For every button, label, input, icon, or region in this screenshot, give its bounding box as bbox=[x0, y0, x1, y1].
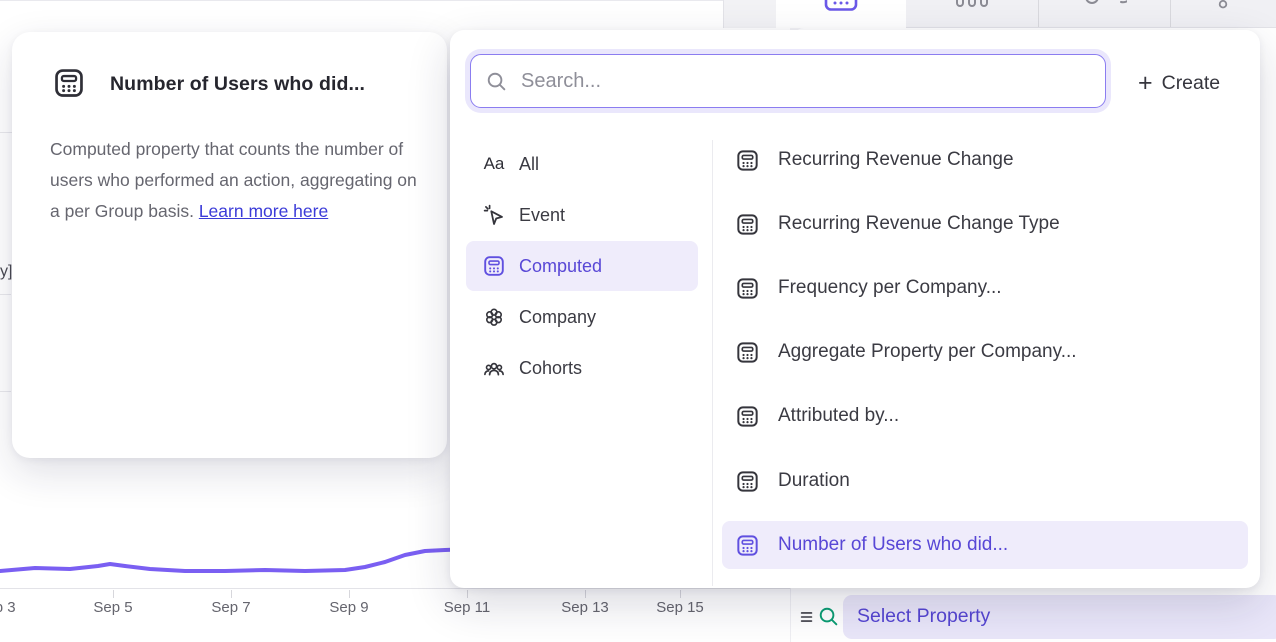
search-box bbox=[470, 54, 1106, 108]
category-label: Event bbox=[519, 205, 565, 226]
x-axis-label: Sep 15 bbox=[656, 599, 704, 616]
category-item-event[interactable]: Event bbox=[466, 190, 698, 240]
x-axis-label: Sep 13 bbox=[561, 599, 609, 616]
pin-icon bbox=[1216, 0, 1230, 9]
property-label: Recurring Revenue Change bbox=[778, 149, 1014, 171]
property-item-selected[interactable]: Number of Users who did... bbox=[722, 521, 1248, 569]
bars-icon bbox=[954, 0, 990, 8]
property-label: Aggregate Property per Company... bbox=[778, 341, 1077, 363]
calculator-icon bbox=[735, 340, 760, 365]
calculator-icon bbox=[735, 404, 760, 429]
category-item-cohorts[interactable]: Cohorts bbox=[466, 343, 698, 393]
property-select-dropdown: + Create Aa All Event Computed Company C… bbox=[450, 30, 1260, 588]
axis-tick bbox=[585, 590, 586, 598]
tab-4[interactable] bbox=[1170, 0, 1276, 28]
x-axis-line bbox=[0, 588, 790, 589]
search-input[interactable] bbox=[519, 55, 1089, 107]
axis-tick bbox=[680, 590, 681, 598]
tooltip-title: Number of Users who did... bbox=[110, 73, 365, 96]
property-label: Frequency per Company... bbox=[778, 277, 1002, 299]
category-label: Cohorts bbox=[519, 358, 582, 379]
select-property-label: Select Property bbox=[857, 605, 990, 628]
x-axis-label: Sep 9 bbox=[329, 599, 368, 616]
panel-gap bbox=[723, 0, 776, 28]
calculator-icon bbox=[735, 276, 760, 301]
x-axis-label: Sep 3 bbox=[0, 599, 16, 616]
property-item[interactable]: Recurring Revenue Change Type bbox=[722, 200, 1248, 248]
plus-icon: + bbox=[1138, 69, 1153, 97]
category-label: Computed bbox=[519, 256, 602, 277]
axis-tick bbox=[113, 590, 114, 598]
x-axis-label: Sep 11 bbox=[444, 599, 490, 616]
app-screen: y] Sep 3 Sep 5 Sep 7 Sep 9 Sep 11 Sep 13… bbox=[0, 0, 1276, 642]
property-label: Attributed by... bbox=[778, 405, 899, 427]
create-button[interactable]: + Create bbox=[1138, 68, 1220, 98]
cursor-sparkle-icon bbox=[482, 203, 506, 227]
property-item[interactable]: Recurring Revenue Change bbox=[722, 136, 1248, 184]
category-item-company[interactable]: Company bbox=[466, 292, 698, 342]
property-item[interactable]: Frequency per Company... bbox=[722, 264, 1248, 312]
category-label: All bbox=[519, 154, 539, 175]
text-format-icon: Aa bbox=[482, 154, 506, 174]
calculator-icon bbox=[735, 212, 760, 237]
tooltip-description: Computed property that counts the number… bbox=[50, 134, 422, 227]
calculator-icon bbox=[735, 533, 760, 558]
tab-3[interactable] bbox=[1038, 0, 1170, 28]
x-axis-label: Sep 5 bbox=[93, 599, 132, 616]
category-item-computed[interactable]: Computed bbox=[466, 241, 698, 291]
chart-type-tabs bbox=[776, 0, 1276, 28]
axis-tick bbox=[467, 590, 468, 598]
search-icon bbox=[485, 70, 508, 93]
property-label: Recurring Revenue Change Type bbox=[778, 213, 1060, 235]
calculator-icon bbox=[482, 254, 506, 278]
drag-handle-icon[interactable] bbox=[798, 608, 816, 626]
metric-search-icon bbox=[817, 605, 840, 628]
property-label: Number of Users who did... bbox=[778, 534, 1008, 556]
divider bbox=[1170, 0, 1171, 28]
cohorts-people-icon bbox=[482, 356, 506, 380]
property-label: Duration bbox=[778, 470, 850, 492]
category-label: Company bbox=[519, 307, 596, 328]
x-axis-label: Sep 7 bbox=[211, 599, 250, 616]
property-item[interactable]: Attributed by... bbox=[722, 392, 1248, 440]
loop-icon bbox=[1081, 0, 1127, 9]
learn-more-link[interactable]: Learn more here bbox=[199, 201, 328, 221]
property-tooltip: Number of Users who did... Computed prop… bbox=[12, 32, 447, 458]
tab-2[interactable] bbox=[906, 0, 1038, 28]
calculator-icon bbox=[52, 66, 86, 100]
company-cluster-icon bbox=[482, 305, 506, 329]
tab-1-active[interactable] bbox=[776, 0, 906, 28]
calculator-icon bbox=[735, 148, 760, 173]
axis-tick bbox=[349, 590, 350, 598]
divider bbox=[712, 140, 713, 586]
create-button-label: Create bbox=[1162, 72, 1221, 95]
property-item[interactable]: Aggregate Property per Company... bbox=[722, 328, 1248, 376]
board-icon bbox=[824, 0, 858, 11]
calculator-icon bbox=[735, 469, 760, 494]
axis-tick bbox=[231, 590, 232, 598]
property-item[interactable]: Duration bbox=[722, 457, 1248, 505]
category-item-all[interactable]: Aa All bbox=[466, 139, 698, 189]
chart-line-series bbox=[0, 549, 470, 571]
divider bbox=[1038, 0, 1039, 28]
